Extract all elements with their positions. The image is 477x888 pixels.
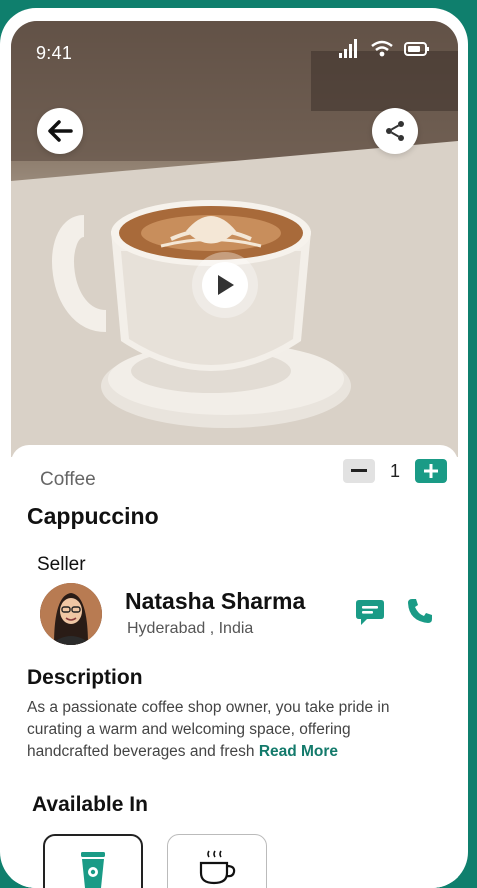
quantity-value: 1 bbox=[389, 460, 400, 481]
battery-icon bbox=[404, 42, 429, 56]
arrow-left-icon bbox=[48, 120, 73, 142]
play-button-circle bbox=[202, 262, 248, 308]
chat-button[interactable] bbox=[355, 597, 385, 632]
cappuccino-photo bbox=[11, 21, 458, 457]
seller-name: Natasha Sharma bbox=[125, 588, 306, 614]
product-category: Coffee bbox=[40, 469, 96, 490]
play-icon bbox=[218, 275, 234, 295]
signal-icon bbox=[339, 39, 357, 58]
back-button[interactable] bbox=[37, 108, 83, 154]
description-text: As a passionate coffee shop owner, you t… bbox=[27, 697, 432, 763]
increase-quantity-button[interactable] bbox=[415, 459, 447, 483]
wifi-icon bbox=[371, 40, 393, 57]
seller-avatar[interactable] bbox=[40, 583, 102, 645]
hot-cup-icon bbox=[199, 850, 236, 885]
minus-icon bbox=[351, 469, 367, 472]
read-more-link[interactable]: Read More bbox=[259, 743, 338, 760]
status-time: 9:41 bbox=[36, 43, 73, 63]
available-in-title: Available In bbox=[32, 793, 148, 816]
play-video-button[interactable] bbox=[192, 252, 258, 318]
seller-location: Hyderabad , India bbox=[127, 620, 254, 637]
chat-icon bbox=[356, 600, 384, 625]
product-title: Cappuccino bbox=[27, 503, 159, 529]
phone-frame: 9:41 Coffee 1 Cappuccino Seller Natasha … bbox=[0, 8, 468, 888]
option-takeaway[interactable] bbox=[43, 834, 143, 888]
call-button[interactable] bbox=[406, 597, 434, 630]
seller-photo bbox=[40, 583, 102, 645]
status-icons bbox=[338, 39, 430, 59]
seller-label: Seller bbox=[37, 554, 86, 575]
quantity-stepper: 1 bbox=[343, 459, 447, 483]
share-icon bbox=[386, 121, 404, 141]
phone-icon bbox=[408, 599, 432, 623]
decrease-quantity-button[interactable] bbox=[343, 459, 375, 483]
takeaway-cup-icon bbox=[81, 852, 105, 888]
share-button[interactable] bbox=[372, 108, 418, 154]
plus-icon bbox=[424, 464, 438, 478]
description-title: Description bbox=[27, 666, 143, 689]
option-dine-in[interactable] bbox=[167, 834, 267, 888]
app-screen: 9:41 Coffee 1 Cappuccino Seller Natasha … bbox=[11, 21, 458, 888]
product-details-sheet: Coffee 1 Cappuccino Seller Natasha Sharm… bbox=[11, 445, 458, 888]
product-hero-image: 9:41 bbox=[11, 21, 458, 457]
